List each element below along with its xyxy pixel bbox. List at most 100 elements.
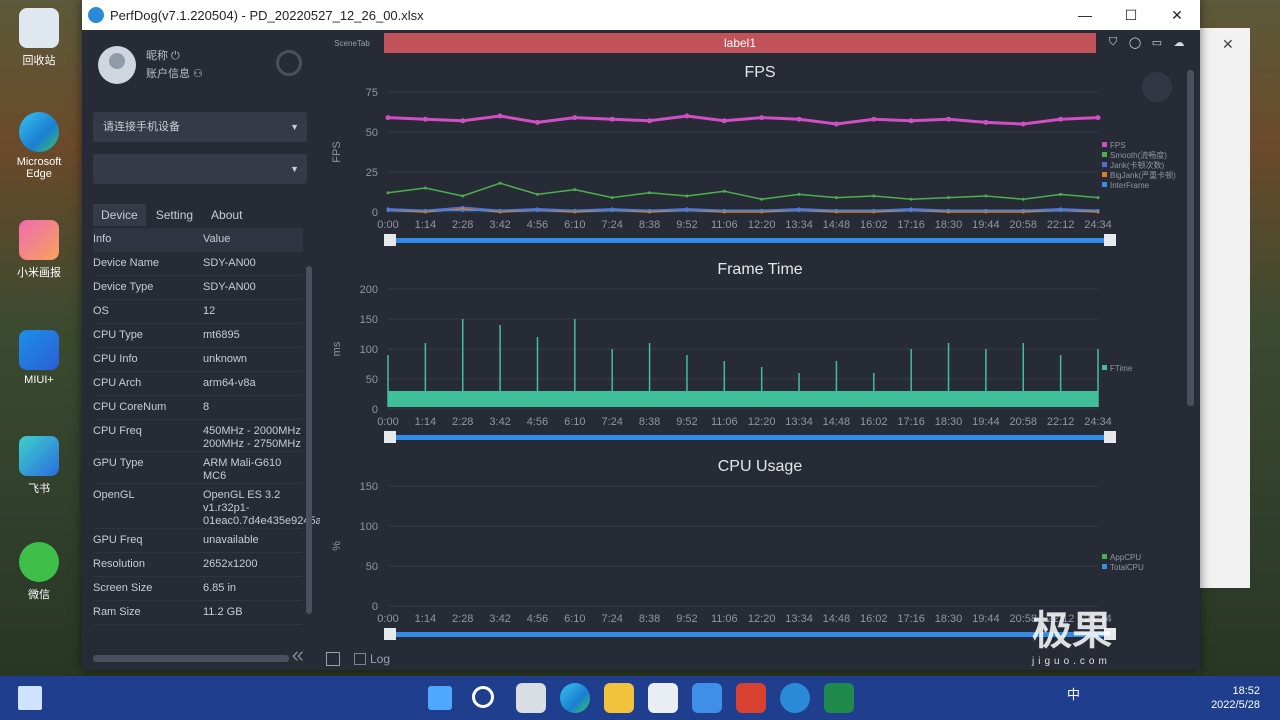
file-explorer-icon[interactable] — [604, 683, 634, 713]
x-tick-label: 22:12 — [1047, 416, 1075, 428]
log-checkbox[interactable] — [354, 653, 366, 665]
x-tick-label: 11:06 — [711, 613, 738, 625]
legend-label[interactable]: BigJank(严重卡顿) — [1110, 170, 1176, 180]
expand-icon[interactable] — [326, 652, 340, 666]
legend-label[interactable]: TotalCPU — [1110, 563, 1144, 572]
office-icon[interactable] — [736, 683, 766, 713]
shield-icon[interactable]: ⛉ — [1102, 36, 1124, 50]
collapse-icon[interactable]: « — [292, 642, 304, 668]
log-label: Log — [370, 652, 391, 666]
range-slider-track[interactable] — [392, 238, 1106, 243]
frame-time-chart[interactable]: 0 50 100 150 200 ms 0:00 1:14 2:28 3:42 4:56 6:10 7:… — [320, 279, 1180, 449]
data-point — [1059, 192, 1063, 196]
ime-indicator[interactable]: 中 — [1067, 688, 1080, 702]
legend-label[interactable]: FTime — [1110, 364, 1133, 373]
maximize-button[interactable]: ☐ — [1108, 7, 1154, 24]
desktop-icon-feishu[interactable]: 飞书 — [8, 436, 70, 496]
minimize-button[interactable]: — — [1062, 7, 1108, 24]
desktop-icon-miui[interactable]: MIUI+ — [8, 330, 70, 386]
power-icon[interactable] — [276, 50, 302, 76]
data-point — [1021, 197, 1025, 201]
x-tick-label: 19:44 — [972, 613, 1000, 625]
avatar[interactable] — [98, 46, 136, 84]
right-scrollbar[interactable] — [1187, 70, 1194, 406]
y-tick-label: 25 — [366, 167, 378, 179]
x-tick-label: 12:20 — [748, 416, 776, 428]
data-point — [834, 196, 838, 200]
data-point — [685, 194, 689, 198]
x-tick-label: 8:38 — [639, 219, 660, 231]
tab-device[interactable]: Device — [93, 204, 146, 226]
x-tick-label: 6:10 — [564, 416, 585, 428]
label-strip[interactable]: label1 — [384, 33, 1096, 53]
y-tick-label: 100 — [360, 521, 378, 533]
range-slider-track[interactable] — [392, 435, 1106, 440]
close-icon[interactable]: ✕ — [1222, 36, 1234, 53]
table-row: GPU Freq unavailable — [93, 529, 303, 553]
search-icon[interactable] — [472, 686, 494, 708]
desktop-icon-label: 飞书 — [28, 483, 50, 495]
app-select[interactable]: ▼ — [93, 154, 307, 184]
data-point — [947, 208, 951, 212]
profile-subtitle[interactable]: 账户信息 ⚇ — [146, 65, 203, 83]
tab-about[interactable]: About — [203, 204, 250, 226]
data-point — [947, 196, 951, 200]
table-row: Device Name SDY-AN00 — [93, 252, 303, 276]
desktop-icon-recycle-bin[interactable]: 回收站 — [8, 8, 70, 68]
legend-label[interactable]: FPS — [1110, 141, 1126, 150]
x-tick-label: 20:58 — [1009, 219, 1037, 231]
cloud-icon[interactable]: ☁ — [1168, 36, 1190, 50]
legend-label[interactable]: Smooth(流畅度) — [1110, 150, 1167, 160]
fps-chart[interactable]: 0 25 50 75 FPS 0:00 1:14 2:28 3:42 4:56 6:10 7:24 8:… — [320, 82, 1180, 252]
task-view-icon[interactable] — [516, 683, 546, 713]
range-slider-end-handle[interactable] — [1104, 431, 1116, 443]
panel-tabs: Device Setting About — [93, 204, 252, 226]
tab-setting[interactable]: Setting — [148, 204, 201, 226]
x-tick-label: 9:52 — [676, 613, 697, 625]
desktop-icon-mi-wallpaper[interactable]: 小米画报 — [8, 220, 70, 280]
x-tick-label: 13:34 — [785, 219, 813, 231]
range-slider-end-handle[interactable] — [1104, 234, 1116, 246]
perfdog-app-icon — [88, 7, 104, 23]
range-slider-start-handle[interactable] — [384, 234, 396, 246]
profile-name[interactable]: 昵称 ⏻ — [146, 47, 203, 65]
range-slider-start-handle[interactable] — [384, 431, 396, 443]
left-scrollbar[interactable] — [306, 266, 312, 614]
system-tray[interactable]: 中 18:52 2022/5/28 — [1067, 684, 1260, 712]
perfdog-taskbar-icon[interactable] — [780, 683, 810, 713]
mail-icon[interactable] — [692, 683, 722, 713]
range-slider-start-handle[interactable] — [384, 628, 396, 640]
info-key: Screen Size — [93, 582, 153, 594]
legend-label[interactable]: Jank(卡顿次数) — [1110, 160, 1165, 170]
legend-swatch — [1102, 172, 1107, 177]
data-point — [760, 197, 764, 201]
show-desktop-icon[interactable] — [18, 686, 42, 710]
x-tick-label: 6:10 — [564, 219, 585, 231]
x-tick-label: 2:28 — [452, 219, 473, 231]
close-button[interactable]: ✕ — [1154, 7, 1200, 24]
x-tick-label: 6:10 — [564, 613, 585, 625]
title-bar: PerfDog(v7.1.220504) - PD_20220527_12_26… — [82, 0, 1200, 30]
desktop-icon-label: MIUI+ — [24, 374, 54, 386]
store-icon[interactable] — [648, 683, 678, 713]
data-point — [535, 208, 539, 212]
legend-label[interactable]: AppCPU — [1110, 553, 1141, 562]
legend-label[interactable]: InterFrame — [1110, 181, 1150, 190]
desktop-icon-label: 回收站 — [22, 55, 56, 67]
device-select[interactable]: 请连接手机设备 ▼ — [93, 112, 307, 142]
desktop-icon-label: Microsoft Edge — [16, 156, 62, 180]
edge-icon[interactable] — [560, 683, 590, 713]
y-tick-label: 50 — [366, 561, 378, 573]
range-slider-track[interactable] — [392, 632, 1106, 637]
windows-start-icon[interactable] — [428, 686, 452, 710]
desktop-icon-wechat[interactable]: 微信 — [8, 542, 70, 602]
table-row: CPU Type mt6895 — [93, 324, 303, 348]
x-tick-label: 14:48 — [823, 613, 851, 625]
table-row: CPU Freq 450MHz - 2000MHz 200MHz - 2750MH… — [93, 420, 303, 452]
location-icon[interactable]: ◯ — [1124, 36, 1146, 50]
scene-tab[interactable]: SceneTab — [320, 39, 384, 48]
desktop-icon-edge[interactable]: Microsoft Edge — [8, 112, 70, 180]
excel-icon[interactable] — [824, 683, 854, 713]
horizontal-scrollbar[interactable] — [93, 655, 289, 662]
folder-icon[interactable]: ▭ — [1146, 36, 1168, 50]
